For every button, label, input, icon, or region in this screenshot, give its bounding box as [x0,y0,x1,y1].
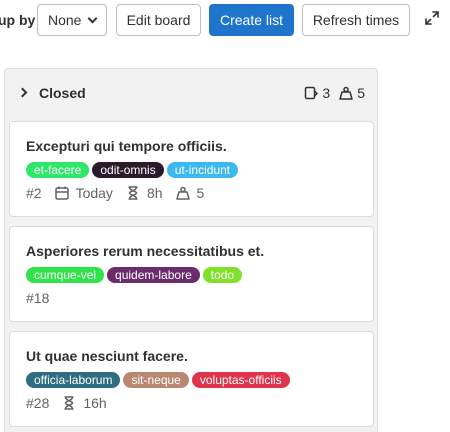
weight-icon [175,186,190,200]
issue-meta: #2 Today 8h 5 [26,185,216,201]
hourglass-icon [128,186,138,200]
list-stats: 3 5 [295,85,365,101]
issue-count-value: 3 [322,85,331,101]
issue-title[interactable]: Ut quae nesciunt facere. [26,348,188,364]
issue-label[interactable]: officia-laborum [26,372,121,388]
group-by-dropdown[interactable]: None [37,4,107,36]
refresh-times-button[interactable]: Refresh times [302,4,410,36]
list-title: Closed [39,85,86,101]
issues-icon [305,86,319,100]
board-toolbar: up by None Edit board Create list Refres… [0,0,450,40]
due-date-value: Today [75,185,113,201]
board-list-closed: Closed 3 5 Excepturi qui tempore officii… [4,68,378,432]
issue-label[interactable]: todo [202,267,243,283]
issue-label[interactable]: ut-incidunt [166,162,239,178]
issue-title[interactable]: Excepturi qui tempore officiis. [26,138,227,154]
weight-total-value: 5 [357,85,365,101]
issue-labels: et-facere odit-omnis ut-incidunt [26,162,239,178]
weight-total: 5 [338,85,365,101]
issue-weight: 5 [175,185,205,201]
issue-labels: cumque-vel quidem-labore todo [26,267,243,283]
chevron-down-icon [88,13,98,23]
time-estimate: 16h [61,395,107,411]
issue-label[interactable]: quidem-labore [107,267,200,283]
time-estimate-value: 16h [83,395,107,411]
issue-title[interactable]: Asperiores rerum necessitatibus et. [26,243,264,259]
issue-id: #18 [26,290,50,306]
group-by-label: up by [0,12,36,28]
expand-icon[interactable] [424,10,440,26]
edit-board-button[interactable]: Edit board [116,4,201,36]
create-list-button[interactable]: Create list [209,4,294,36]
time-estimate: 8h [125,185,163,201]
issue-label[interactable]: voluptas-officiis [191,372,290,388]
chevron-right-icon[interactable] [17,87,28,98]
issue-count: 3 [303,85,330,101]
issue-label[interactable]: odit-omnis [92,162,164,178]
issue-meta: #28 16h [26,395,119,411]
issue-label[interactable]: cumque-vel [26,267,105,283]
issue-card[interactable]: Ut quae nesciunt facere. officia-laborum… [9,331,374,427]
due-date: Today [54,185,113,201]
issue-meta: #18 [26,290,61,306]
weight-icon [339,86,353,100]
issue-weight-value: 5 [196,185,205,201]
issue-id: #28 [26,395,50,411]
issue-label[interactable]: sit-neque [123,372,189,388]
calendar-icon [54,186,69,200]
issue-card[interactable]: Asperiores rerum necessitatibus et. cumq… [9,226,374,322]
group-by-value: None [48,12,82,28]
issue-card[interactable]: Excepturi qui tempore officiis. et-facer… [9,121,374,217]
issue-labels: officia-laborum sit-neque voluptas-offic… [26,372,290,388]
time-estimate-value: 8h [146,185,163,201]
issue-label[interactable]: et-facere [26,162,90,178]
issue-id: #2 [26,185,42,201]
list-header[interactable]: Closed 3 5 [5,69,377,117]
hourglass-icon [64,396,74,410]
